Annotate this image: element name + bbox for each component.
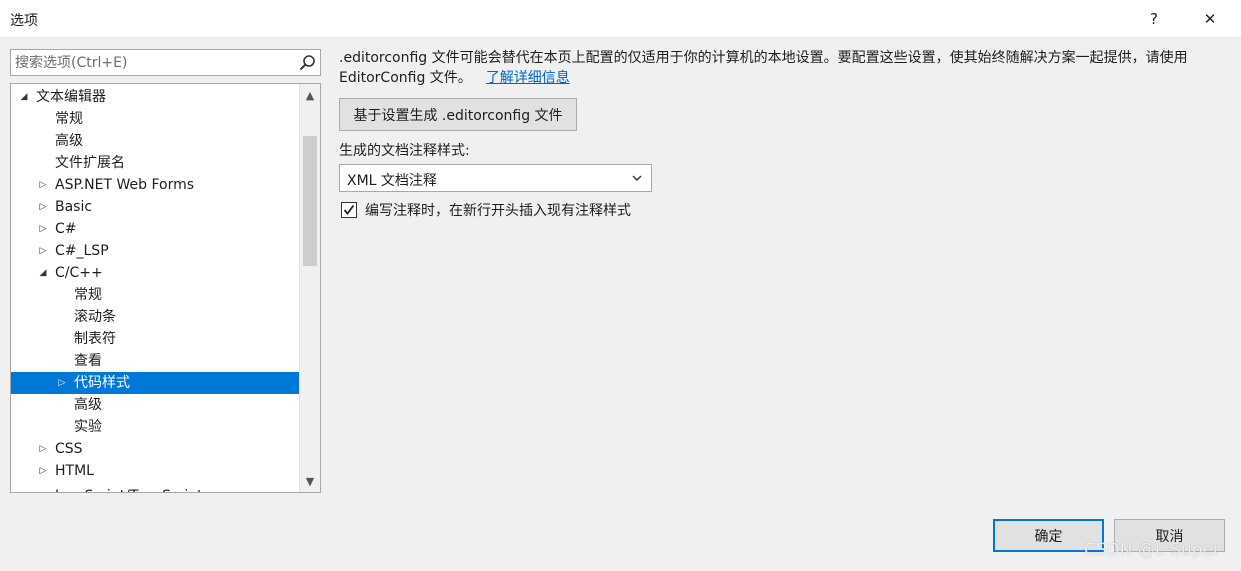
tree-expanded-icon[interactable]: ◢ <box>17 86 31 108</box>
tree-item-label: 高级 <box>55 133 83 149</box>
tree-item-label: JavaScript/TypeScript <box>55 485 203 492</box>
tree-collapsed-icon[interactable]: ▷ <box>36 485 50 492</box>
tree-collapsed-icon[interactable]: ▷ <box>36 240 50 262</box>
help-icon: ? <box>1150 10 1158 28</box>
insert-comment-style-label: 编写注释时，在新行开头插入现有注释样式 <box>365 203 631 219</box>
tree-collapsed-icon[interactable]: ▷ <box>36 438 50 460</box>
tree-expanded-icon[interactable]: ◢ <box>36 262 50 284</box>
search-icon[interactable] <box>298 54 316 72</box>
tree-item[interactable]: 滚动条 <box>11 306 299 328</box>
tree-item[interactable]: 高级 <box>11 394 299 416</box>
tree-item-label: CSS <box>55 441 83 457</box>
search-input[interactable] <box>11 50 293 75</box>
learn-more-link[interactable]: 了解详细信息 <box>486 70 570 86</box>
tree-item[interactable]: 文件扩展名 <box>11 152 299 174</box>
tree-item-label: 代码样式 <box>74 375 130 391</box>
tree-collapsed-icon[interactable]: ▷ <box>36 218 50 240</box>
tree-item[interactable]: ▷ Basic <box>11 196 299 218</box>
close-icon: ✕ <box>1203 10 1217 28</box>
description-text: .editorconfig 文件可能会替代在本页上配置的仅适用于你的计算机的本地… <box>339 50 1188 86</box>
tree-item-label: 文本编辑器 <box>36 89 106 105</box>
tree-item-label: C/C++ <box>55 265 103 281</box>
tree-item-label: C#_LSP <box>55 243 109 259</box>
tree-item[interactable]: ◢ 文本编辑器 <box>11 86 299 108</box>
tree-collapsed-icon[interactable]: ▷ <box>36 196 50 218</box>
tree-item[interactable]: ◢ C/C++ <box>11 262 299 284</box>
tree-item[interactable]: ▷ ASP.NET Web Forms <box>11 174 299 196</box>
options-tree: ◢ 文本编辑器 常规 高级 文件扩展名 ▷ ASP.NET Web Forms ▷ Basic ▷… <box>10 83 321 493</box>
title-bar: 选项 ? ✕ <box>0 0 1241 38</box>
tree-item-label: Basic <box>55 199 93 215</box>
generate-editorconfig-button[interactable]: 基于设置生成 .editorconfig 文件 <box>339 98 577 131</box>
chevron-down-icon <box>632 175 642 181</box>
checkmark-icon <box>343 204 355 215</box>
tree-item[interactable]: 查看 <box>11 350 299 372</box>
tree-collapsed-icon[interactable]: ▷ <box>36 174 50 196</box>
tree-item-label: 高级 <box>74 397 102 413</box>
tree-item[interactable]: 高级 <box>11 130 299 152</box>
tree-item[interactable]: ▷ HTML <box>11 460 299 482</box>
doc-comment-style-value: XML 文档注释 <box>347 173 437 189</box>
tree-item[interactable]: ▷ C#_LSP <box>11 240 299 262</box>
tree-item-label: 查看 <box>74 353 102 369</box>
tree-item[interactable]: ▷ 代码样式 <box>11 372 299 394</box>
scroll-down-icon[interactable]: ▼ <box>300 472 320 490</box>
tree-item[interactable]: ▷ CSS <box>11 438 299 460</box>
tree-item[interactable]: 制表符 <box>11 328 299 350</box>
doc-comment-style-label: 生成的文档注释样式: <box>339 143 470 159</box>
watermark: CSDN @L-Super <box>1084 540 1220 560</box>
tree-scrollbar[interactable]: ▲ ▼ <box>299 84 320 492</box>
tree-item-label: 滚动条 <box>74 309 116 325</box>
tree-item[interactable]: ▷ JavaScript/TypeScript <box>11 482 299 492</box>
tree-item[interactable]: 常规 <box>11 284 299 306</box>
tree-item-label: ASP.NET Web Forms <box>55 177 195 193</box>
editorconfig-description: .editorconfig 文件可能会替代在本页上配置的仅适用于你的计算机的本地… <box>339 48 1224 88</box>
tree-item-label: 文件扩展名 <box>55 155 125 171</box>
tree-item-label: C# <box>55 221 77 237</box>
window-title: 选项 <box>10 13 38 29</box>
tree-collapsed-icon[interactable]: ▷ <box>55 372 69 394</box>
tree-item-label: 实验 <box>74 419 102 435</box>
scroll-up-icon[interactable]: ▲ <box>300 86 320 104</box>
help-button[interactable]: ? <box>1131 4 1177 34</box>
tree-item[interactable]: 常规 <box>11 108 299 130</box>
close-button[interactable]: ✕ <box>1187 4 1233 34</box>
search-box <box>10 49 321 76</box>
tree-list: ◢ 文本编辑器 常规 高级 文件扩展名 ▷ ASP.NET Web Forms ▷ Basic ▷… <box>11 86 299 492</box>
tree-item-label: HTML <box>55 463 94 479</box>
insert-comment-style-checkbox[interactable] <box>341 202 357 218</box>
tree-item[interactable]: 实验 <box>11 416 299 438</box>
tree-item-label: 常规 <box>55 111 83 127</box>
tree-item[interactable]: ▷ C# <box>11 218 299 240</box>
tree-item-label: 制表符 <box>74 331 116 347</box>
tree-item-label: 常规 <box>74 287 102 303</box>
doc-comment-style-select[interactable]: XML 文档注释 <box>339 164 652 192</box>
scroll-thumb[interactable] <box>303 136 317 266</box>
tree-collapsed-icon[interactable]: ▷ <box>36 460 50 482</box>
